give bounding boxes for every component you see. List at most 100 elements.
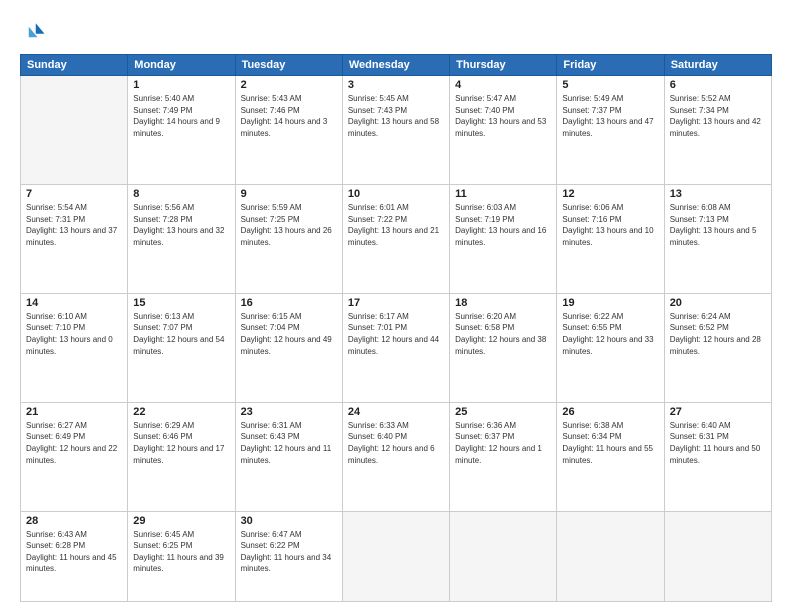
calendar-week-row: 21Sunrise: 6:27 AMSunset: 6:49 PMDayligh…	[21, 402, 772, 511]
day-number: 24	[348, 406, 444, 418]
calendar-cell: 3Sunrise: 5:45 AMSunset: 7:43 PMDaylight…	[342, 76, 449, 185]
day-info: Sunrise: 6:03 AMSunset: 7:19 PMDaylight:…	[455, 202, 551, 248]
day-info: Sunrise: 5:52 AMSunset: 7:34 PMDaylight:…	[670, 93, 766, 139]
day-number: 26	[562, 406, 658, 418]
calendar-cell: 28 Sunrise: 6:43 AMSunset: 6:28 PMDayligh…	[21, 511, 128, 601]
day-number: 17	[348, 297, 444, 309]
day-info: Sunrise: 5:45 AMSunset: 7:43 PMDaylight:…	[348, 93, 444, 139]
weekday-header: Monday	[128, 55, 235, 76]
calendar: SundayMondayTuesdayWednesdayThursdayFrid…	[20, 54, 772, 602]
weekday-header: Saturday	[664, 55, 771, 76]
day-number: 22	[133, 406, 229, 418]
calendar-cell: 27 Sunrise: 6:40 AMSunset: 6:31 PMDayligh…	[664, 402, 771, 511]
calendar-cell: 26 Sunrise: 6:38 AMSunset: 6:34 PMDayligh…	[557, 402, 664, 511]
calendar-cell: 1 Sunrise: 5:40 AMSunset: 7:49 PMDaylight…	[128, 76, 235, 185]
day-number: 28	[26, 515, 122, 527]
calendar-cell: 16 Sunrise: 6:15 AMSunset: 7:04 PMDayligh…	[235, 293, 342, 402]
calendar-cell: 23 Sunrise: 6:31 AMSunset: 6:43 PMDayligh…	[235, 402, 342, 511]
day-info: Sunrise: 6:08 AMSunset: 7:13 PMDaylight:…	[670, 202, 766, 248]
weekday-header: Tuesday	[235, 55, 342, 76]
day-info: Sunrise: 6:36 AMSunset: 6:37 PMDaylight:…	[455, 420, 551, 466]
weekday-header-row: SundayMondayTuesdayWednesdayThursdayFrid…	[21, 55, 772, 76]
calendar-cell	[21, 76, 128, 185]
calendar-cell	[664, 511, 771, 601]
day-number: 1	[133, 79, 229, 91]
day-info: Sunrise: 5:47 AMSunset: 7:40 PMDaylight:…	[455, 93, 551, 139]
calendar-cell: 19Sunrise: 6:22 AMSunset: 6:55 PMDayligh…	[557, 293, 664, 402]
day-number: 10	[348, 188, 444, 200]
calendar-cell: 15 Sunrise: 6:13 AMSunset: 7:07 PMDayligh…	[128, 293, 235, 402]
day-info: Sunrise: 6:40 AMSunset: 6:31 PMDaylight:…	[670, 420, 766, 466]
day-info: Sunrise: 6:20 AMSunset: 6:58 PMDaylight:…	[455, 311, 551, 357]
day-info: Sunrise: 6:31 AMSunset: 6:43 PMDaylight:…	[241, 420, 337, 466]
day-info: Sunrise: 6:33 AMSunset: 6:40 PMDaylight:…	[348, 420, 444, 466]
calendar-cell: 13 Sunrise: 6:08 AMSunset: 7:13 PMDayligh…	[664, 184, 771, 293]
day-number: 8	[133, 188, 229, 200]
day-info: Sunrise: 5:59 AMSunset: 7:25 PMDaylight:…	[241, 202, 337, 248]
day-info: Sunrise: 6:27 AMSunset: 6:49 PMDaylight:…	[26, 420, 122, 466]
calendar-cell: 10Sunrise: 6:01 AMSunset: 7:22 PMDayligh…	[342, 184, 449, 293]
day-number: 13	[670, 188, 766, 200]
calendar-cell: 8 Sunrise: 5:56 AMSunset: 7:28 PMDaylight…	[128, 184, 235, 293]
weekday-header: Wednesday	[342, 55, 449, 76]
day-number: 27	[670, 406, 766, 418]
calendar-cell: 12Sunrise: 6:06 AMSunset: 7:16 PMDayligh…	[557, 184, 664, 293]
day-number: 18	[455, 297, 551, 309]
calendar-cell: 18 Sunrise: 6:20 AMSunset: 6:58 PMDayligh…	[450, 293, 557, 402]
calendar-cell: 21Sunrise: 6:27 AMSunset: 6:49 PMDayligh…	[21, 402, 128, 511]
calendar-cell: 6 Sunrise: 5:52 AMSunset: 7:34 PMDaylight…	[664, 76, 771, 185]
day-number: 14	[26, 297, 122, 309]
day-info: Sunrise: 6:38 AMSunset: 6:34 PMDaylight:…	[562, 420, 658, 466]
day-number: 15	[133, 297, 229, 309]
page: SundayMondayTuesdayWednesdayThursdayFrid…	[0, 0, 792, 612]
day-info: Sunrise: 5:54 AMSunset: 7:31 PMDaylight:…	[26, 202, 122, 248]
day-info: Sunrise: 6:06 AMSunset: 7:16 PMDaylight:…	[562, 202, 658, 248]
day-info: Sunrise: 5:56 AMSunset: 7:28 PMDaylight:…	[133, 202, 229, 248]
calendar-week-row: 28 Sunrise: 6:43 AMSunset: 6:28 PMDayligh…	[21, 511, 772, 601]
calendar-cell	[450, 511, 557, 601]
day-info: Sunrise: 6:43 AMSunset: 6:28 PMDaylight:…	[26, 529, 122, 575]
day-number: 16	[241, 297, 337, 309]
calendar-cell: 9 Sunrise: 5:59 AMSunset: 7:25 PMDaylight…	[235, 184, 342, 293]
day-number: 25	[455, 406, 551, 418]
day-number: 19	[562, 297, 658, 309]
day-number: 7	[26, 188, 122, 200]
calendar-cell: 11 Sunrise: 6:03 AMSunset: 7:19 PMDayligh…	[450, 184, 557, 293]
day-info: Sunrise: 5:40 AMSunset: 7:49 PMDaylight:…	[133, 93, 229, 139]
day-number: 23	[241, 406, 337, 418]
day-info: Sunrise: 5:49 AMSunset: 7:37 PMDaylight:…	[562, 93, 658, 139]
calendar-cell: 4 Sunrise: 5:47 AMSunset: 7:40 PMDaylight…	[450, 76, 557, 185]
calendar-cell: 17 Sunrise: 6:17 AMSunset: 7:01 PMDayligh…	[342, 293, 449, 402]
day-info: Sunrise: 6:29 AMSunset: 6:46 PMDaylight:…	[133, 420, 229, 466]
day-info: Sunrise: 6:15 AMSunset: 7:04 PMDaylight:…	[241, 311, 337, 357]
day-info: Sunrise: 6:13 AMSunset: 7:07 PMDaylight:…	[133, 311, 229, 357]
calendar-cell: 5Sunrise: 5:49 AMSunset: 7:37 PMDaylight…	[557, 76, 664, 185]
day-number: 9	[241, 188, 337, 200]
day-info: Sunrise: 6:17 AMSunset: 7:01 PMDaylight:…	[348, 311, 444, 357]
day-info: Sunrise: 6:45 AMSunset: 6:25 PMDaylight:…	[133, 529, 229, 575]
day-number: 2	[241, 79, 337, 91]
calendar-cell: 25 Sunrise: 6:36 AMSunset: 6:37 PMDayligh…	[450, 402, 557, 511]
day-number: 6	[670, 79, 766, 91]
calendar-week-row: 1 Sunrise: 5:40 AMSunset: 7:49 PMDaylight…	[21, 76, 772, 185]
header	[20, 18, 772, 46]
calendar-cell	[557, 511, 664, 601]
day-number: 4	[455, 79, 551, 91]
day-info: Sunrise: 6:10 AMSunset: 7:10 PMDaylight:…	[26, 311, 122, 357]
calendar-week-row: 7 Sunrise: 5:54 AMSunset: 7:31 PMDaylight…	[21, 184, 772, 293]
calendar-cell: 24 Sunrise: 6:33 AMSunset: 6:40 PMDayligh…	[342, 402, 449, 511]
calendar-cell: 14 Sunrise: 6:10 AMSunset: 7:10 PMDayligh…	[21, 293, 128, 402]
weekday-header: Friday	[557, 55, 664, 76]
calendar-cell	[342, 511, 449, 601]
day-number: 20	[670, 297, 766, 309]
day-number: 30	[241, 515, 337, 527]
calendar-cell: 30Sunrise: 6:47 AMSunset: 6:22 PMDayligh…	[235, 511, 342, 601]
weekday-header: Sunday	[21, 55, 128, 76]
calendar-cell: 22 Sunrise: 6:29 AMSunset: 6:46 PMDayligh…	[128, 402, 235, 511]
day-number: 11	[455, 188, 551, 200]
calendar-week-row: 14 Sunrise: 6:10 AMSunset: 7:10 PMDayligh…	[21, 293, 772, 402]
logo	[20, 18, 52, 46]
calendar-cell: 7 Sunrise: 5:54 AMSunset: 7:31 PMDaylight…	[21, 184, 128, 293]
day-info: Sunrise: 6:24 AMSunset: 6:52 PMDaylight:…	[670, 311, 766, 357]
logo-icon	[20, 18, 48, 46]
